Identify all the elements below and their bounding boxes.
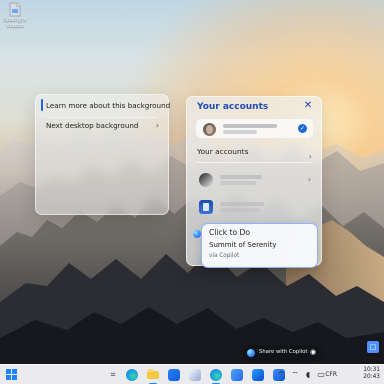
- share-with-copilot-button[interactable]: Share with Copilot ◉: [243, 346, 321, 359]
- learn-more-label: Learn more about this background: [46, 101, 171, 110]
- accounts-panel-title: Your accounts: [197, 102, 269, 112]
- notification-icon[interactable]: □: [367, 341, 379, 353]
- windows-start-icon[interactable]: [5, 368, 19, 382]
- check-icon: ✓: [298, 124, 307, 133]
- camera-icon: [168, 369, 180, 381]
- spotlight-icon: [9, 2, 21, 17]
- camera-taskbar-icon[interactable]: [166, 367, 182, 383]
- redacted-item-title: [220, 202, 264, 206]
- your-accounts-row[interactable]: Your accounts ›: [197, 145, 315, 161]
- selected-account-card[interactable]: ✓: [196, 119, 313, 138]
- next-background-label: Next desktop background: [46, 121, 139, 130]
- learn-more-menu-item[interactable]: Learn more about this background: [36, 95, 171, 118]
- chevron-up-icon[interactable]: ^: [276, 370, 286, 380]
- redacted-account-detail: [223, 130, 257, 134]
- language-indicator[interactable]: CFR: [325, 370, 337, 380]
- redacted-item-subtitle: [220, 181, 256, 185]
- copilot-icon: [193, 230, 201, 238]
- close-icon[interactable]: ✕: [303, 101, 313, 111]
- account-avatar: [203, 123, 216, 136]
- windows-logo-square: [6, 375, 11, 380]
- background-title: Summit of Serenity: [209, 241, 277, 249]
- store-icon: [252, 369, 264, 381]
- browser-icon: [210, 369, 222, 381]
- account-list-item[interactable]: [196, 197, 314, 217]
- date-display: 20:43: [363, 374, 380, 380]
- click-to-do-card[interactable]: Click to Do Summit of Serenity via Copil…: [193, 223, 318, 268]
- click-to-do-title: Click to Do: [209, 228, 251, 237]
- copilot-source-label: via Copilot: [209, 253, 240, 259]
- edge-icon: [126, 369, 138, 381]
- settings-taskbar-icon[interactable]: [229, 367, 245, 383]
- redacted-item-title: [220, 175, 262, 179]
- accounts-divider: [197, 162, 311, 163]
- photos-icon: [189, 369, 201, 381]
- desktop: Spotlight Videos Learn more about this b…: [0, 0, 384, 384]
- file-explorer-taskbar-icon[interactable]: [145, 367, 161, 384]
- photos-taskbar-icon[interactable]: [187, 367, 203, 383]
- background-context-menu: Learn more about this background Next de…: [35, 94, 171, 215]
- account-list-item[interactable]: ›: [196, 170, 314, 190]
- store-taskbar-icon[interactable]: [250, 367, 266, 383]
- windows-logo-square: [12, 369, 17, 374]
- folder-icon: [147, 369, 159, 379]
- time-display: 10:31: [363, 367, 380, 373]
- your-accounts-label: Your accounts: [197, 147, 249, 156]
- windows-logo-square: [6, 369, 11, 374]
- redacted-account-name: [223, 124, 277, 128]
- redacted-item-subtitle: [220, 208, 260, 212]
- spotlight-videos-desktop-icon[interactable]: Spotlight Videos: [0, 2, 30, 42]
- copilot-icon: [247, 348, 255, 357]
- spotlight-videos-label: Spotlight Videos: [3, 17, 27, 29]
- browser-taskbar-icon[interactable]: [208, 367, 224, 384]
- windows-logo-square: [12, 375, 17, 380]
- document-app-icon: [199, 200, 213, 214]
- network-icon[interactable]: ⌔: [290, 370, 300, 380]
- chevron-right-icon: ›: [307, 175, 311, 184]
- focus-indicator: [41, 99, 43, 111]
- task-view-icon[interactable]: ⌗: [106, 368, 120, 382]
- taskbar: ⌗ ^ ⌔ ◖ ▭ CFR 10:31 20:43: [0, 364, 384, 384]
- eye-icon: ◉: [309, 347, 317, 356]
- settings-icon: [231, 369, 243, 381]
- chevron-right-icon: ›: [155, 121, 159, 130]
- edge-taskbar-icon[interactable]: [124, 367, 140, 383]
- clock[interactable]: 10:31 20:43: [356, 367, 380, 381]
- volume-icon[interactable]: ◖: [303, 370, 313, 380]
- account-photo-icon: [199, 173, 213, 187]
- share-with-copilot-label: Share with Copilot: [259, 349, 308, 355]
- next-background-menu-item[interactable]: Next desktop background ›: [36, 115, 168, 137]
